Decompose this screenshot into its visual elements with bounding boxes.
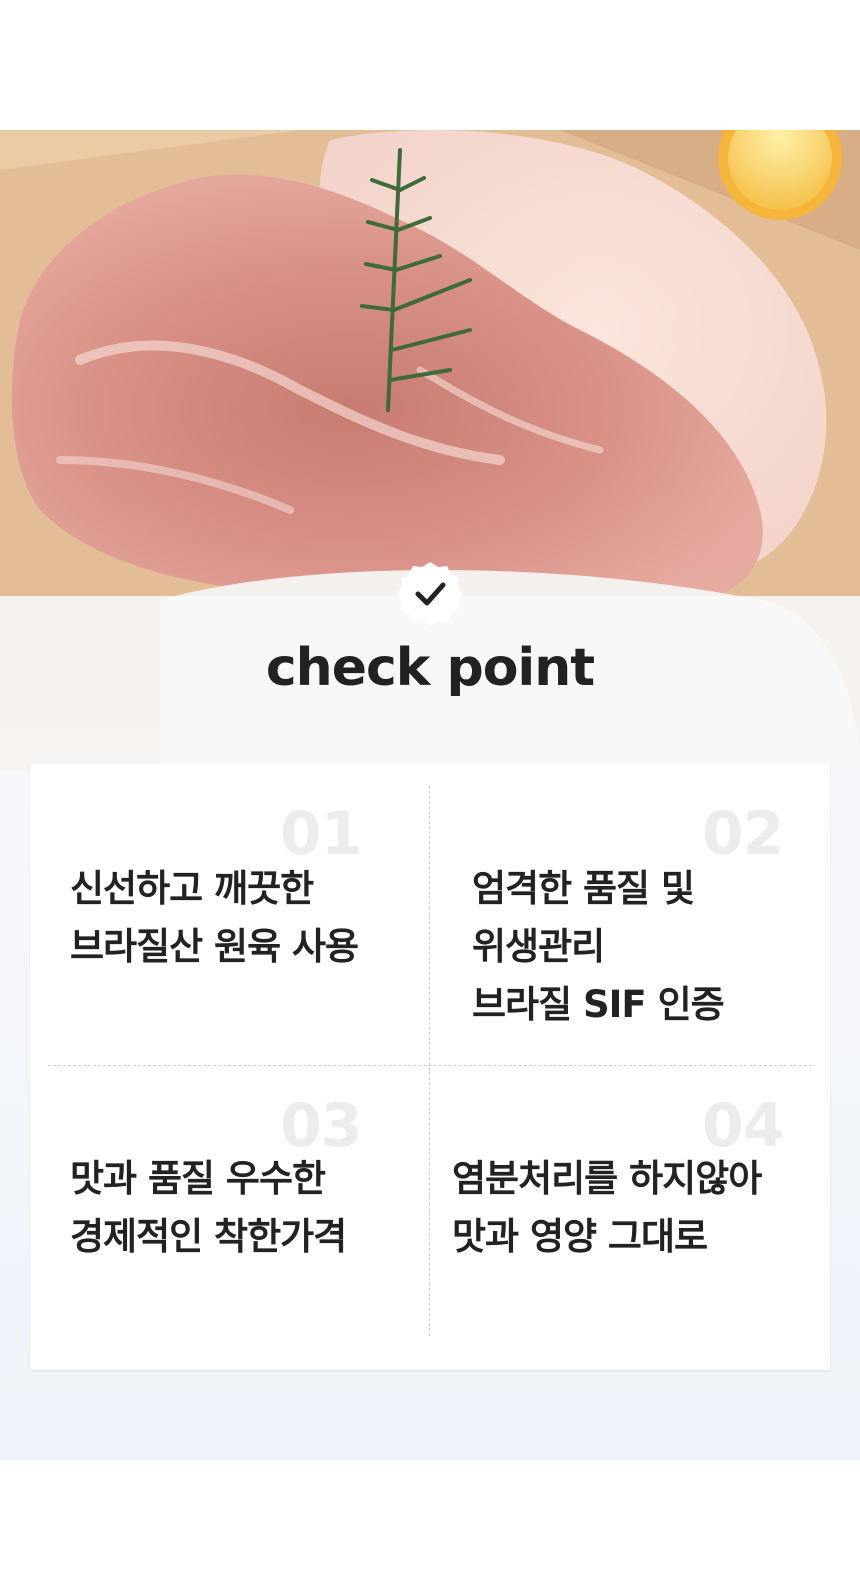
check-icon <box>397 562 463 626</box>
point-number: 02 <box>702 799 784 869</box>
point-number: 03 <box>280 1091 362 1161</box>
point-item-2: 02 엄격한 품질 및 위생관리 브라질 SIF 인증 <box>430 764 820 1064</box>
point-text: 염분처리를 하지않아 맛과 영양 그대로 <box>452 1157 762 1258</box>
point-item-1: 01 신선하고 깨끗한 브라질산 원육 사용 <box>30 764 420 1064</box>
point-item-3: 03 맛과 품질 우수한 경제적인 착한가격 <box>30 1066 420 1366</box>
point-number: 04 <box>702 1091 784 1161</box>
point-text: 엄격한 품질 및 위생관리 브라질 SIF 인증 <box>472 867 725 1026</box>
point-text: 맛과 품질 우수한 경제적인 착한가격 <box>70 1157 347 1258</box>
page-title: check point <box>265 638 595 698</box>
point-item-4: 04 염분처리를 하지않아 맛과 영양 그대로 <box>430 1066 820 1366</box>
point-number: 01 <box>280 799 362 869</box>
point-text: 신선하고 깨끗한 브라질산 원육 사용 <box>70 867 359 968</box>
check-point-card: 01 신선하고 깨끗한 브라질산 원육 사용 02 엄격한 품질 및 위생관리 … <box>30 764 830 1370</box>
